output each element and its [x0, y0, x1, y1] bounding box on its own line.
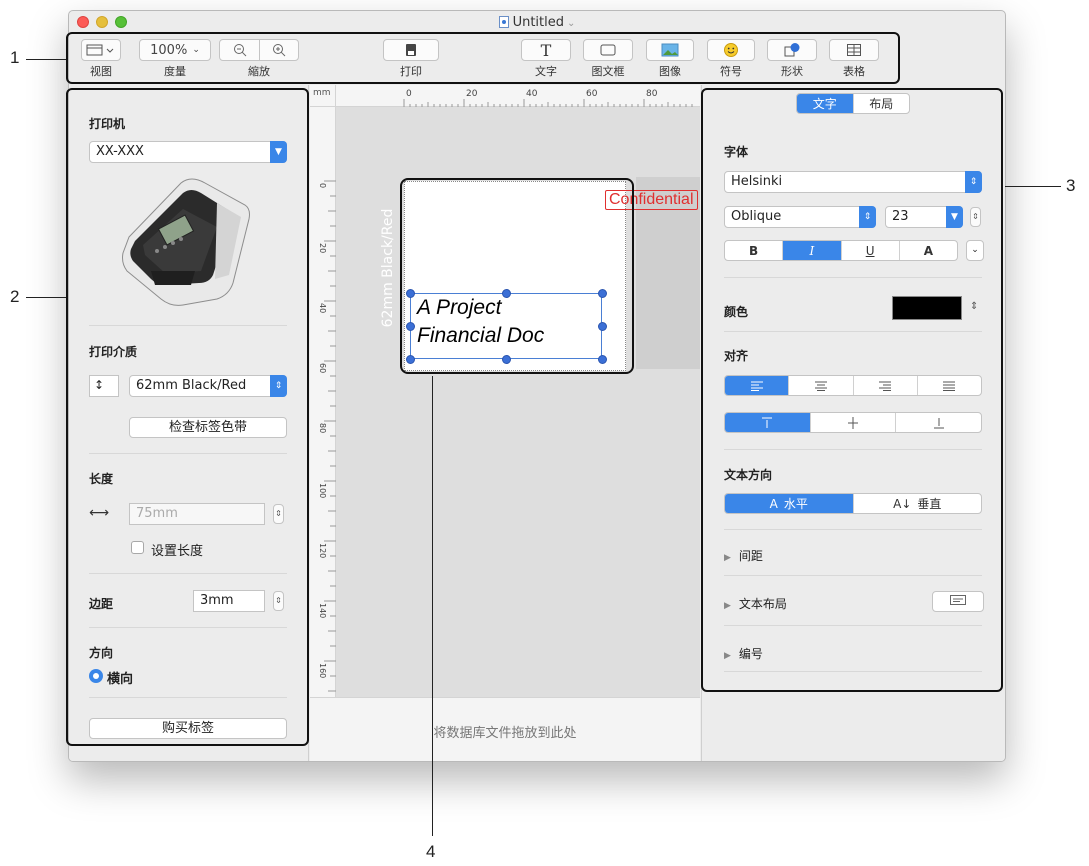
vertical-ruler: 0 20 40 60 80 100 120 140 160	[310, 107, 336, 697]
ruler-tick-label: 0	[406, 89, 412, 99]
ruler-unit: mm	[310, 85, 336, 107]
ruler-tick-label: 160	[318, 663, 327, 678]
ruler-tick-label: 100	[318, 483, 327, 498]
callout-2: 2	[10, 287, 20, 306]
callout-4: 4	[426, 842, 436, 861]
title-bar: Untitled ⌄	[69, 11, 1005, 33]
ruler-tick-label: 0	[318, 183, 327, 188]
callout-leader	[1005, 186, 1061, 187]
ruler-tick-label: 140	[318, 603, 327, 618]
tape-vertical-label: 62mm Black/Red	[378, 183, 398, 353]
callout-frame-label	[400, 178, 634, 374]
ruler-ticks: 0 20 40 60 80 100 120 140 160	[318, 180, 336, 692]
ruler-ticks: 0 20 40 60 80	[403, 89, 693, 107]
callout-leader	[26, 297, 66, 298]
callout-leader	[26, 59, 66, 60]
ruler-tick-label: 60	[586, 89, 598, 99]
window-title[interactable]: Untitled ⌄	[69, 15, 1005, 30]
ruler-tick-label: 20	[466, 89, 478, 99]
tape-vertical-label-text: 62mm Black/Red	[380, 208, 396, 328]
callout-frame-right-panel	[701, 88, 1003, 692]
callout-frame-left-panel	[66, 88, 309, 746]
callout-frame-toolbar	[66, 32, 900, 84]
window-title-text: Untitled	[512, 15, 565, 30]
document-icon	[498, 16, 509, 28]
ruler-tick-label: 80	[318, 423, 327, 433]
horizontal-ruler: 0 20 40 60 80	[336, 85, 700, 107]
callout-1: 1	[10, 48, 20, 67]
ruler-tick-label: 20	[318, 243, 327, 253]
callout-leader	[432, 376, 433, 836]
ruler-tick-label: 40	[318, 303, 327, 313]
database-drop-zone[interactable]: 将数据库文件拖放到此处	[310, 697, 700, 761]
ruler-tick-label: 80	[646, 89, 658, 99]
ruler-tick-label: 120	[318, 543, 327, 558]
ruler-tick-label: 40	[526, 89, 538, 99]
chevron-down-icon: ⌄	[567, 18, 576, 29]
callout-3: 3	[1066, 176, 1076, 195]
drop-hint-text: 将数据库文件拖放到此处	[433, 726, 577, 741]
ruler-tick-label: 60	[318, 363, 327, 373]
